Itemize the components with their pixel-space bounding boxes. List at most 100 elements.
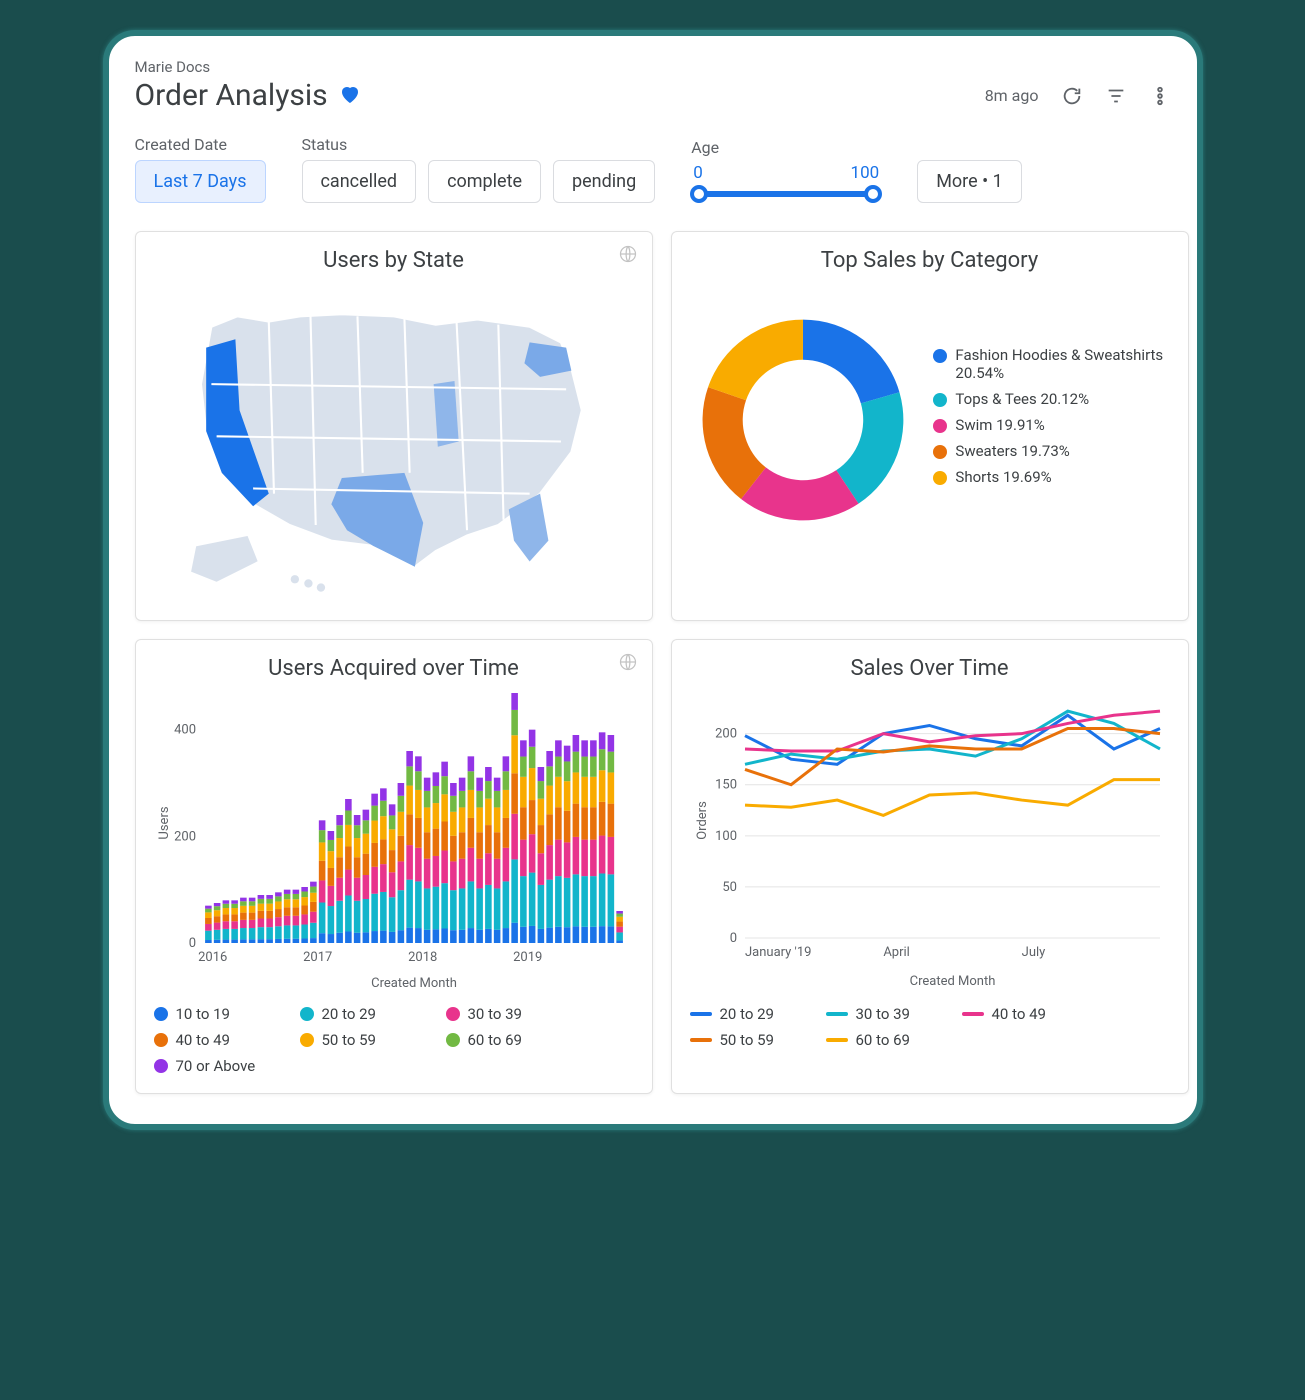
bar-segment[interactable] <box>327 831 334 840</box>
age-range-slider[interactable]: 0 100 <box>691 163 881 203</box>
bar-segment[interactable] <box>572 752 579 773</box>
bar-segment[interactable] <box>353 933 360 943</box>
bar-segment[interactable] <box>485 825 492 853</box>
bar-segment[interactable] <box>327 840 334 851</box>
bar-segment[interactable] <box>528 834 535 872</box>
bar-segment[interactable] <box>248 901 255 906</box>
legend-item[interactable]: 70 or Above <box>154 1057 274 1075</box>
bar-segment[interactable] <box>415 928 422 943</box>
bar-segment[interactable] <box>520 777 527 807</box>
bar-segment[interactable] <box>528 747 535 768</box>
bar-segment[interactable] <box>275 926 282 939</box>
bar-segment[interactable] <box>546 751 553 766</box>
bar-segment[interactable] <box>485 929 492 943</box>
bar-segment[interactable] <box>240 920 247 928</box>
bar-segment[interactable] <box>362 810 369 821</box>
bar-segment[interactable] <box>502 756 509 771</box>
range-thumb-max[interactable] <box>864 185 882 203</box>
bar-segment[interactable] <box>318 830 325 842</box>
bar-segment[interactable] <box>406 751 413 766</box>
bar-segment[interactable] <box>493 832 500 858</box>
bar-segment[interactable] <box>616 922 623 927</box>
bar-segment[interactable] <box>310 893 317 902</box>
bar-segment[interactable] <box>345 932 352 944</box>
bar-segment[interactable] <box>275 892 282 896</box>
bar-segment[interactable] <box>607 772 614 803</box>
bar-segment[interactable] <box>511 693 518 710</box>
bar-segment[interactable] <box>563 761 570 781</box>
bar-segment[interactable] <box>205 909 212 913</box>
bar-segment[interactable] <box>248 939 255 943</box>
choropleth-usa[interactable] <box>154 285 634 598</box>
state-il[interactable] <box>433 381 458 447</box>
bar-segment[interactable] <box>528 800 535 834</box>
bar-segment[interactable] <box>371 931 378 943</box>
bar-segment[interactable] <box>581 777 588 807</box>
bar-segment[interactable] <box>362 854 369 875</box>
refresh-icon[interactable] <box>1061 85 1083 107</box>
bar-segment[interactable] <box>502 790 509 818</box>
bar-segment[interactable] <box>371 843 378 867</box>
bar-segment[interactable] <box>441 851 448 884</box>
bar-segment[interactable] <box>222 908 229 914</box>
bar-segment[interactable] <box>292 894 299 899</box>
bar-segment[interactable] <box>213 906 220 910</box>
bar-segment[interactable] <box>502 881 509 928</box>
bar-segment[interactable] <box>283 890 290 894</box>
state-ak[interactable] <box>190 535 258 582</box>
bar-segment[interactable] <box>213 923 220 930</box>
bar-segment[interactable] <box>520 807 527 839</box>
bar-segment[interactable] <box>450 812 457 836</box>
bar-segment[interactable] <box>493 930 500 943</box>
bar-segment[interactable] <box>450 861 457 890</box>
bar-segment[interactable] <box>240 898 247 902</box>
bar-segment[interactable] <box>231 900 238 903</box>
bar-segment[interactable] <box>266 899 273 904</box>
bar-segment[interactable] <box>572 804 579 837</box>
bar-segment[interactable] <box>590 876 597 927</box>
bar-segment[interactable] <box>222 940 229 943</box>
bar-segment[interactable] <box>423 859 430 889</box>
bar-segment[interactable] <box>563 927 570 943</box>
bar-segment[interactable] <box>458 832 465 858</box>
bar-segment[interactable] <box>415 790 422 818</box>
bar-segment[interactable] <box>248 898 255 902</box>
bar-segment[interactable] <box>222 904 229 908</box>
bar-segment[interactable] <box>616 911 623 914</box>
bar-segment[interactable] <box>406 786 413 815</box>
bar-segment[interactable] <box>467 928 474 943</box>
bar-segment[interactable] <box>213 930 220 940</box>
bar-segment[interactable] <box>520 740 527 756</box>
bar-segment[interactable] <box>388 815 395 829</box>
bar-segment[interactable] <box>266 939 273 943</box>
bar-segment[interactable] <box>511 735 518 773</box>
bar-segment[interactable] <box>546 786 553 815</box>
bar-segment[interactable] <box>511 710 518 735</box>
bar-segment[interactable] <box>485 781 492 799</box>
bar-segment[interactable] <box>388 897 395 932</box>
bar-segment[interactable] <box>607 752 614 773</box>
bar-segment[interactable] <box>590 757 597 777</box>
bar-segment[interactable] <box>353 825 360 838</box>
bar-segment[interactable] <box>502 848 509 882</box>
bar-segment[interactable] <box>581 876 588 927</box>
card-users-acquired[interactable]: Users Acquired over Time 020040020162017… <box>135 639 653 1094</box>
bar-segment[interactable] <box>581 807 588 839</box>
bar-segment[interactable] <box>598 926 605 943</box>
bar-segment[interactable] <box>528 730 535 747</box>
bar-segment[interactable] <box>520 840 527 876</box>
bar-segment[interactable] <box>546 928 553 943</box>
bar-segment[interactable] <box>563 781 570 811</box>
bar-segment[interactable] <box>345 825 352 847</box>
bar-segment[interactable] <box>546 880 553 928</box>
bar-segment[interactable] <box>406 814 413 845</box>
bar-segment[interactable] <box>248 920 255 928</box>
bar-segment[interactable] <box>240 901 247 906</box>
bar-segment[interactable] <box>292 916 299 926</box>
bar-segment[interactable] <box>572 926 579 943</box>
bar-segment[interactable] <box>493 888 500 929</box>
bar-segment[interactable] <box>555 740 562 756</box>
bar-segment[interactable] <box>353 857 360 877</box>
bar-segment[interactable] <box>406 880 413 928</box>
bar-segment[interactable] <box>327 934 334 943</box>
